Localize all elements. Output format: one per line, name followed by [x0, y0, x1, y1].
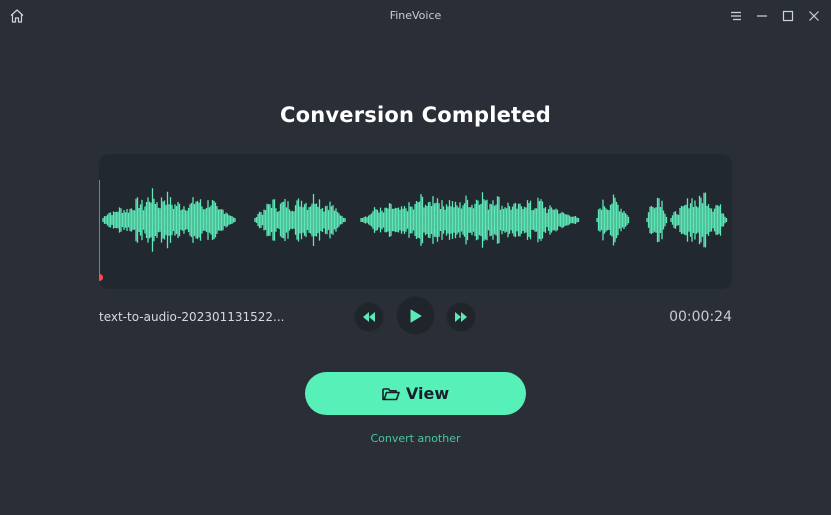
- playhead[interactable]: [99, 180, 103, 281]
- playback-controls: [352, 297, 477, 335]
- play-icon: [410, 309, 421, 322]
- waveform-bars: [102, 188, 728, 252]
- play-button[interactable]: [397, 297, 434, 334]
- fast-forward-icon: [455, 312, 467, 322]
- window-controls: [727, 7, 823, 25]
- maximize-button[interactable]: [779, 7, 797, 25]
- view-button[interactable]: View: [305, 372, 526, 415]
- folder-open-icon: [382, 387, 400, 400]
- minimize-button[interactable]: [753, 7, 771, 25]
- menu-icon: [731, 11, 741, 21]
- rewind-icon: [363, 312, 375, 322]
- waveform: [102, 188, 728, 252]
- title-bar: FineVoice: [0, 0, 831, 34]
- file-name: text-to-audio-202301131522...: [99, 310, 285, 324]
- waveform-panel[interactable]: [99, 154, 732, 289]
- close-icon: [809, 11, 819, 21]
- convert-another-link[interactable]: Convert another: [0, 432, 831, 445]
- page-title: Conversion Completed: [280, 103, 551, 127]
- close-button[interactable]: [805, 7, 823, 25]
- app-title: FineVoice: [389, 9, 442, 22]
- rewind-button[interactable]: [355, 303, 383, 331]
- duration-time: 00:00:24: [669, 309, 732, 325]
- menu-button[interactable]: [727, 7, 745, 25]
- minimize-icon: [757, 15, 767, 17]
- fast-forward-button[interactable]: [447, 303, 475, 331]
- maximize-icon: [782, 10, 794, 22]
- view-button-label: View: [405, 384, 450, 403]
